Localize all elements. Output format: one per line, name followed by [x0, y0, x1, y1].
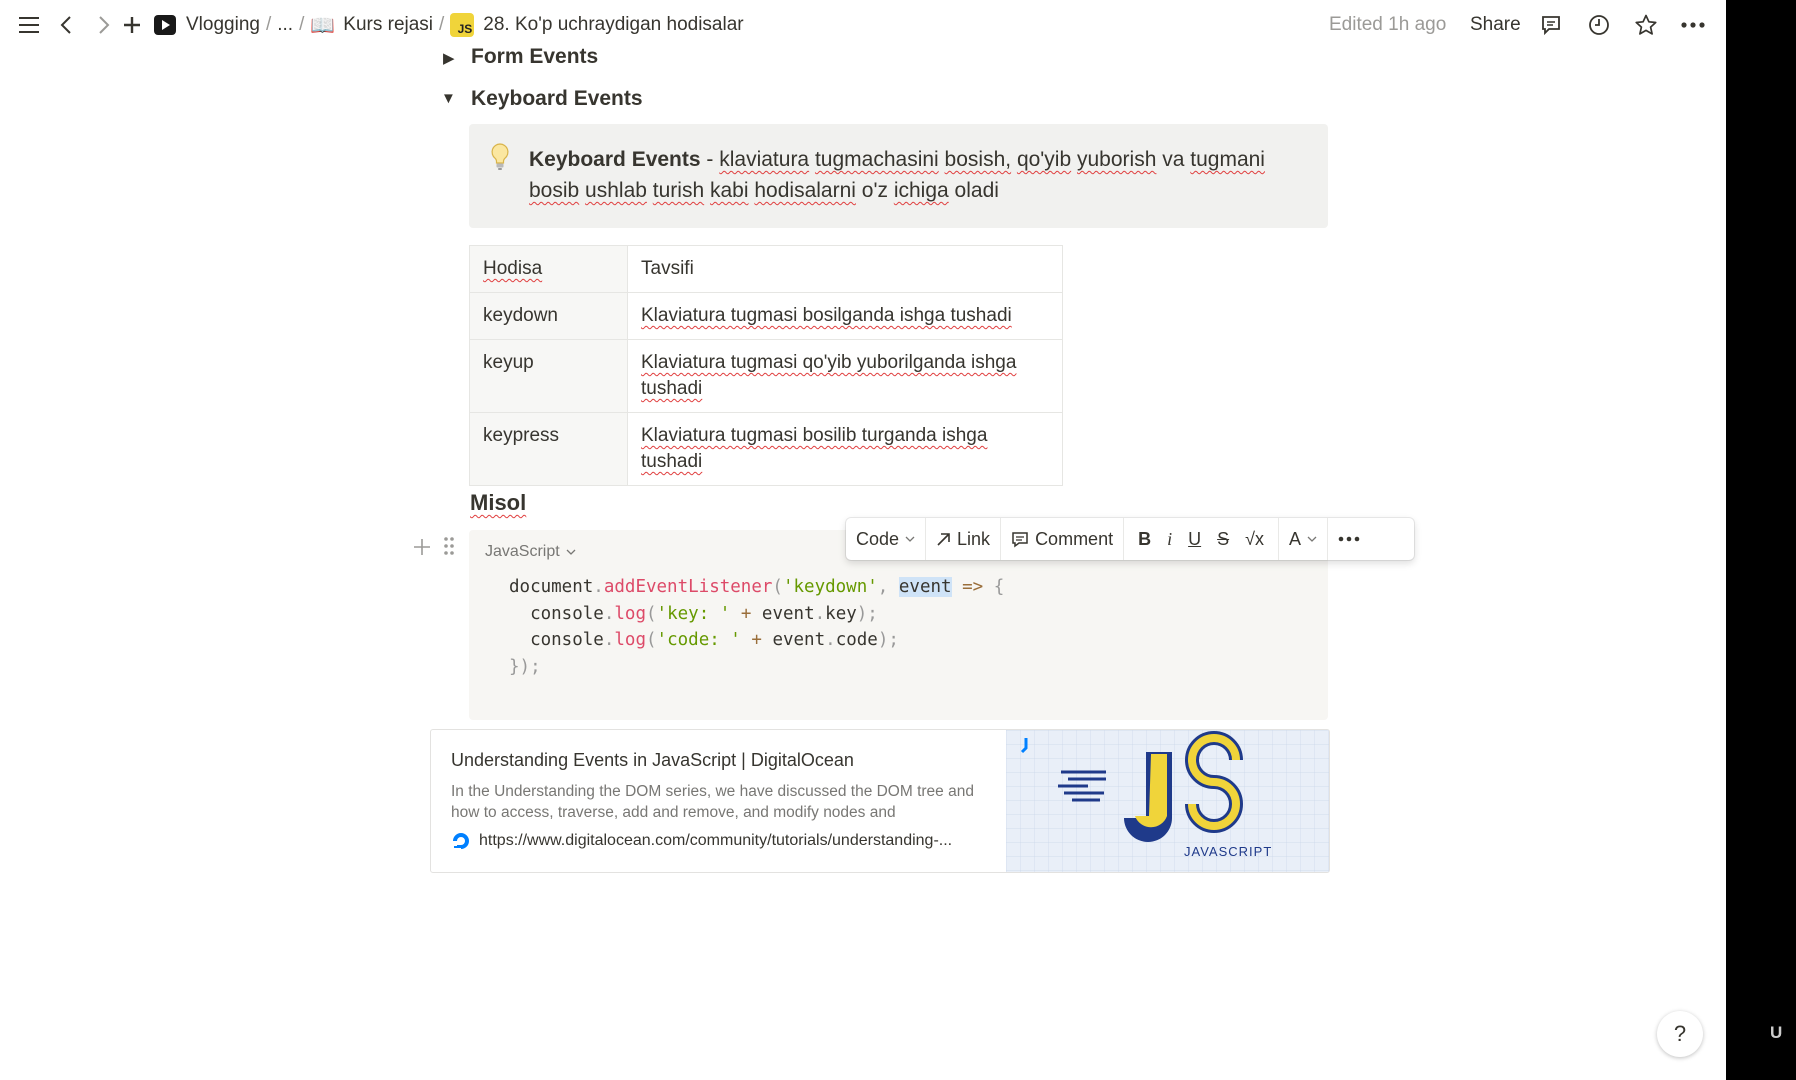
breadcrumb-separator: / — [299, 14, 305, 35]
bookmark-thumbnail: JAVASCRIPT — [1006, 730, 1329, 872]
callout-title: Keyboard Events — [529, 148, 701, 171]
notion-window: Vlogging / ... / 📖 Kurs rejasi / JS 28. … — [0, 0, 1726, 1080]
breadcrumb-separator: / — [439, 14, 445, 35]
chevron-down-icon — [905, 536, 915, 542]
drag-handle-icon[interactable] — [443, 536, 455, 562]
add-block-icon[interactable] — [413, 536, 431, 562]
code-content[interactable]: document.addEventListener('keydown', eve… — [509, 574, 1004, 680]
bookmark-image-caption: JAVASCRIPT — [1184, 844, 1272, 859]
table-cell[interactable]: Tavsifi — [627, 245, 1063, 293]
table-cell[interactable]: Klaviatura tugmasi bosilib turganda ishg… — [627, 412, 1063, 486]
bold-button[interactable]: B — [1124, 518, 1159, 560]
breadcrumb-ellipsis[interactable]: ... — [277, 14, 293, 36]
chevron-down-icon — [566, 549, 576, 555]
favorite-star-icon[interactable] — [1634, 12, 1658, 38]
sidebar-menu-icon[interactable] — [18, 12, 40, 38]
toggle-collapsed-arrow-icon[interactable]: ▶ — [443, 49, 455, 67]
table-header-row: Hodisa Tavsifi — [469, 245, 1063, 293]
chevron-down-icon — [1307, 536, 1317, 542]
toggle-keyboard-events[interactable]: Keyboard Events — [471, 87, 643, 111]
breadcrumb-kurs-rejasi[interactable]: Kurs rejasi — [343, 14, 433, 36]
block-handle — [413, 536, 455, 562]
book-icon: 📖 — [310, 14, 336, 37]
equation-button[interactable]: √x — [1237, 518, 1272, 560]
toggle-expanded-arrow-icon[interactable]: ▼ — [441, 90, 456, 107]
new-page-icon[interactable] — [122, 12, 142, 38]
callout-text: Keyboard Events - klaviatura tugmachasin… — [529, 148, 1265, 202]
code-line-4: }); — [509, 656, 541, 677]
table-row: keydown Klaviatura tugmasi bosilganda is… — [469, 292, 1063, 340]
table-row: keypress Klaviatura tugmasi bosilib turg… — [469, 412, 1063, 486]
share-button[interactable]: Share — [1470, 12, 1521, 38]
comment-icon — [1012, 531, 1028, 547]
back-icon[interactable] — [60, 12, 72, 38]
code-line-1: document.addEventListener('keydown', eve… — [509, 577, 1005, 597]
underline-button[interactable]: U — [1180, 518, 1209, 560]
selected-text: event — [898, 577, 952, 597]
bookmark-description: In the Understanding the DOM series, we … — [451, 783, 974, 821]
table-cell[interactable]: Klaviatura tugmasi bosilganda ishga tush… — [627, 292, 1063, 340]
table-cell[interactable]: keypress — [469, 412, 628, 486]
format-toolbar: Code Link Comment B i U S √x A — [846, 518, 1414, 560]
callout-block[interactable]: Keyboard Events - klaviatura tugmachasin… — [469, 124, 1328, 228]
youtube-icon — [154, 15, 176, 35]
lightbulb-icon — [489, 142, 511, 177]
table-cell[interactable]: Klaviatura tugmasi qo'yib yuborilganda i… — [627, 339, 1063, 413]
section-heading-misol[interactable]: Misol — [470, 490, 526, 516]
link-button[interactable]: Link — [926, 518, 1000, 560]
strikethrough-button[interactable]: S — [1209, 518, 1237, 560]
edited-status: Edited 1h ago — [1329, 14, 1447, 35]
breadcrumb-separator: / — [265, 14, 272, 35]
help-button[interactable]: ? — [1657, 1011, 1703, 1057]
overlay-logo: U — [1770, 1023, 1783, 1042]
table-cell[interactable]: keyup — [469, 339, 628, 413]
text-color-dropdown[interactable]: A — [1279, 518, 1327, 560]
forward-icon[interactable] — [98, 12, 110, 38]
breadcrumb: Vlogging / ... / 📖 Kurs rejasi / JS 28. … — [154, 12, 744, 38]
table-cell[interactable]: keydown — [469, 292, 628, 340]
code-line-2: console.log('key: ' + event.key); — [530, 603, 878, 624]
breadcrumb-vlogging[interactable]: Vlogging — [186, 14, 260, 36]
digitalocean-icon — [453, 833, 469, 849]
comments-icon[interactable] — [1540, 12, 1562, 38]
bookmark-title: Understanding Events in JavaScript | Dig… — [451, 750, 854, 770]
table-row: keyup Klaviatura tugmasi qo'yib yuborilg… — [469, 339, 1063, 413]
italic-button[interactable]: i — [1159, 518, 1180, 560]
comment-button[interactable]: Comment — [1001, 518, 1123, 560]
more-formatting-icon[interactable] — [1328, 518, 1370, 560]
events-table: Hodisa Tavsifi keydown Klaviatura tugmas… — [469, 245, 1063, 486]
breadcrumb-current-page[interactable]: 28. Ko'p uchraydigan hodisalar — [483, 14, 743, 36]
bookmark-url: https://www.digitalocean.com/community/t… — [451, 831, 952, 851]
code-format-dropdown[interactable]: Code — [846, 518, 925, 560]
arrow-up-right-icon — [937, 532, 950, 546]
external-dark-sidebar — [1726, 0, 1796, 1080]
more-options-icon[interactable] — [1680, 12, 1706, 38]
js-icon: JS — [450, 13, 475, 37]
updates-clock-icon[interactable] — [1588, 12, 1610, 38]
toggle-form-events[interactable]: Form Events — [471, 45, 598, 69]
top-bar: Vlogging / ... / 📖 Kurs rejasi / JS 28. … — [0, 0, 1726, 48]
code-line-3: console.log('code: ' + event.code); — [530, 630, 899, 650]
web-bookmark[interactable]: Understanding Events in JavaScript | Dig… — [430, 729, 1330, 873]
table-cell[interactable]: Hodisa — [469, 245, 628, 293]
code-language-select[interactable]: JavaScript — [485, 543, 576, 561]
